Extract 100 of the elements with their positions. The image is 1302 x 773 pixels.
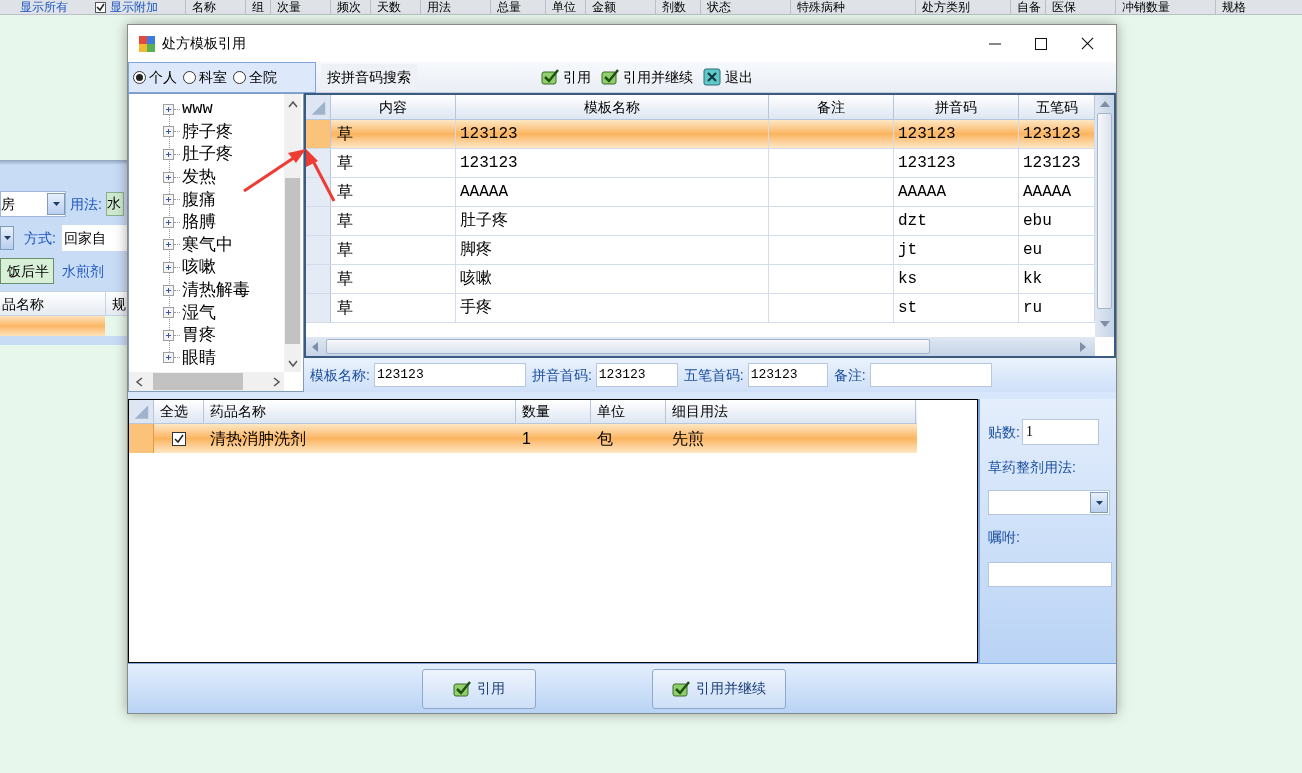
tree-item[interactable]: 肚子疼 [182,144,233,165]
close-icon [1081,37,1094,50]
input-field[interactable]: 123123 [747,363,828,387]
input-field[interactable] [988,562,1112,587]
column-header[interactable]: 模板名称 [456,95,769,119]
field-label: 方式: [24,228,56,248]
tree-item[interactable]: 清热解毒 [182,280,250,301]
toolbar-button[interactable]: 引用并继续 [601,65,693,89]
column-header[interactable]: 金额 [585,0,655,14]
checkbox[interactable] [172,431,186,446]
field-label: 嘱咐: [988,528,1021,547]
input-field[interactable]: 123123 [595,363,678,387]
toolbar-button[interactable]: 引用 [541,65,591,89]
scroll-thumb[interactable] [326,339,930,354]
usage-field[interactable]: 水 [105,192,124,216]
column-header[interactable]: 状态 [700,0,790,14]
column-header[interactable]: 医保 [1045,0,1115,14]
table-cell-text: 先煎 [671,429,705,449]
column-header[interactable]: 天数 [370,0,420,14]
column-header[interactable]: 内容 [331,95,456,119]
column-header[interactable]: 拼音码 [894,95,1019,119]
checkmark-icon [672,680,690,697]
window-title: 处方模板引用 [162,34,246,53]
table-cell: 草 [331,236,456,264]
column-header[interactable]: 组 [245,0,270,14]
search-button[interactable]: 按拼音码搜索 [321,64,417,90]
table-cell: 草 [331,294,456,322]
checkmark-icon [453,680,471,697]
tree-item[interactable]: 胃疼 [182,325,216,346]
scrollbar[interactable] [1095,95,1114,337]
pharmacy-dropdown[interactable]: 房 [0,191,66,217]
input-field[interactable] [869,363,992,387]
tree-item[interactable]: 咳嗽 [182,257,216,278]
input-field[interactable]: 123123 [373,363,526,387]
column-header[interactable]: 细目用法 [666,400,916,423]
table-cell: 草 [331,207,456,235]
caret-icon [52,202,60,206]
scrollbar[interactable] [284,94,301,372]
check-icon [96,2,105,12]
table-row[interactable]: 草 123123 123123 123123 [306,149,1095,178]
footer-button[interactable]: 引用并继续 [652,668,786,709]
tree-item[interactable]: 发热 [182,167,216,188]
tree-item[interactable]: 胳膊 [182,212,216,233]
scroll-thumb[interactable] [1097,113,1112,309]
tree-item[interactable]: 寒气中 [182,234,233,255]
radio-button[interactable] [233,70,246,84]
tree-item[interactable]: www [182,99,213,120]
timing-button[interactable]: 饭后半 [0,258,54,284]
scrollbar[interactable] [306,337,1095,356]
column-header[interactable]: 自备 [1010,0,1045,14]
input-field[interactable]: 1 [1021,419,1099,445]
table-row[interactable]: 草 123123 123123 123123 [306,120,1095,149]
scroll-thumb[interactable] [285,178,300,344]
show-all-link[interactable]: 显示所有 [20,0,68,14]
column-header[interactable]: 频次 [330,0,370,14]
footer-button[interactable]: 引用 [422,668,536,709]
scroll-thumb[interactable] [153,373,243,390]
column-header[interactable]: 数量 [516,400,591,423]
table-cell: 草 [331,178,456,206]
caret-icon [1095,500,1103,505]
table-row[interactable]: 清热消肿洗剂 1 包 先煎 [129,424,917,453]
checkbox[interactable] [95,1,106,13]
scrollbar[interactable] [129,372,284,391]
column-header[interactable]: 备注 [769,95,894,119]
dropdown-button[interactable] [1090,492,1108,513]
tree-item[interactable]: 眼睛 [182,347,216,368]
radio-button[interactable] [133,70,146,84]
radio-button[interactable] [183,70,196,84]
scroll-left-icon [135,376,143,387]
tree-item[interactable]: 脖子疼 [182,121,233,142]
scroll-down-icon [287,360,298,368]
select-all-button[interactable]: 全选 [154,400,204,423]
column-header[interactable]: 次量 [270,0,330,14]
method-field[interactable]: 回家自 [61,225,127,251]
dropdown-button[interactable] [0,226,14,250]
column-header[interactable]: 名称 [185,0,245,14]
tree-item[interactable]: 腹痛 [182,189,216,210]
column-header[interactable]: 单位 [591,400,666,423]
table-row[interactable]: 草 脚疼 jt eu [306,236,1095,265]
column-header[interactable]: 冲销数量 [1115,0,1215,14]
table-row[interactable]: 草 肚子疼 dzt ebu [306,207,1095,236]
column-header[interactable]: 药品名称 [204,400,516,423]
column-header[interactable]: 剂数 [655,0,700,14]
tree-item[interactable]: 湿气 [182,302,216,323]
table-cell: AAAAA [894,178,1019,206]
column-header[interactable]: 特殊病种 [790,0,915,14]
column-header[interactable]: 用法 [420,0,490,14]
toolbar-button[interactable]: 退出 [703,65,753,89]
column-header[interactable]: 单位 [545,0,585,14]
dropdown-button[interactable] [47,193,65,215]
column-header[interactable]: 处方类别 [915,0,1010,14]
table-row[interactable]: 草 咳嗽 ks kk [306,265,1095,294]
scroll-right-icon [1080,341,1086,352]
column-header[interactable]: 规格 [1215,0,1302,14]
table-cell: 肚子疼 [456,207,769,235]
table-row[interactable]: 草 手疼 st ru [306,294,1095,323]
column-header[interactable]: 品名称 [0,292,105,315]
column-header[interactable]: 总量 [490,0,545,14]
scroll-up-icon [1099,101,1110,107]
table-row[interactable]: 草 AAAAA AAAAA AAAAA [306,178,1095,207]
